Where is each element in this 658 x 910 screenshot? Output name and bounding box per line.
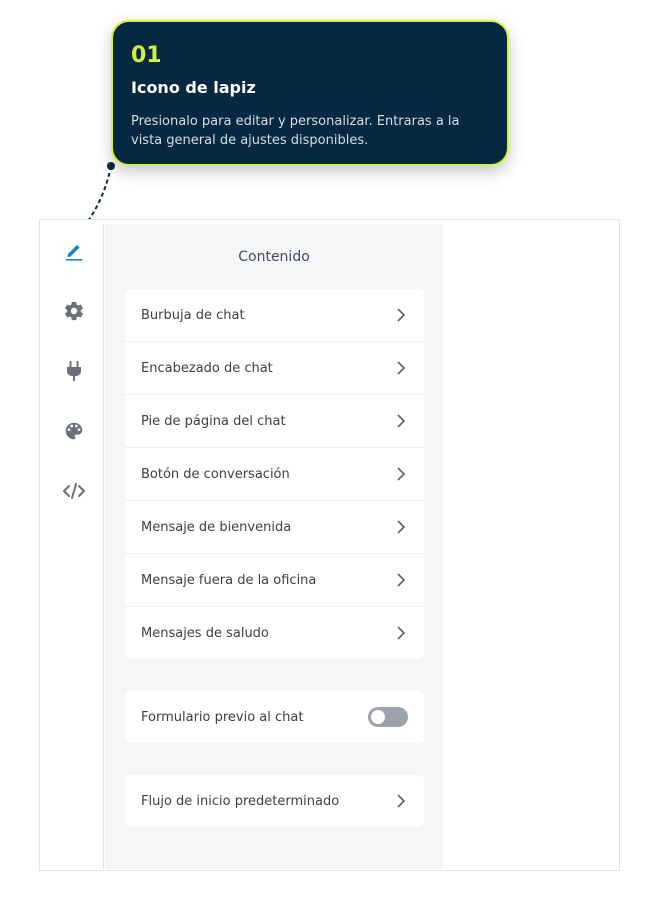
pencil-icon: [66, 245, 82, 261]
list-item-label: Mensaje fuera de la oficina: [141, 572, 317, 588]
tutorial-stage: 01 Icono de lapiz Presionalo para editar…: [0, 0, 658, 910]
toggle-knob: [371, 710, 385, 724]
callout-step-number: 01: [131, 43, 162, 68]
rail-item-appearance[interactable]: [59, 416, 89, 446]
plug-icon: [67, 361, 81, 381]
content-item-conversation-button[interactable]: Botón de conversación: [125, 448, 424, 501]
list-item-label: Encabezado de chat: [141, 360, 273, 376]
settings-nav-rail: [43, 224, 104, 869]
content-item-welcome-message[interactable]: Mensaje de bienvenida: [125, 501, 424, 554]
list-item-label: Mensajes de saludo: [141, 625, 269, 641]
default-flow-label: Flujo de inicio predeterminado: [141, 793, 340, 809]
content-item-greeting-messages[interactable]: Mensajes de saludo: [125, 607, 424, 659]
content-settings-panel: Contenido Burbuja de chat Encabezado de …: [105, 224, 443, 869]
list-item-label: Botón de conversación: [141, 466, 290, 482]
chevron-right-icon: [397, 794, 406, 808]
content-item-chat-footer[interactable]: Pie de página del chat: [125, 395, 424, 448]
gear-icon: [65, 301, 83, 321]
code-icon: [63, 483, 85, 499]
list-item-label: Mensaje de bienvenida: [141, 519, 292, 535]
settings-window: Contenido Burbuja de chat Encabezado de …: [39, 219, 620, 871]
chevron-right-icon: [397, 573, 406, 587]
list-item-label: Burbuja de chat: [141, 307, 245, 323]
callout-title: Icono de lapiz: [131, 78, 256, 97]
panel-title: Contenido: [238, 249, 310, 265]
content-item-out-of-office[interactable]: Mensaje fuera de la oficina: [125, 554, 424, 607]
tutorial-callout: 01 Icono de lapiz Presionalo para editar…: [111, 20, 509, 166]
palette-icon: [65, 422, 83, 440]
chevron-right-icon: [397, 520, 406, 534]
chevron-right-icon: [397, 467, 406, 481]
list-item-label: Pie de página del chat: [141, 413, 286, 429]
rail-item-content[interactable]: [59, 236, 89, 266]
callout-description: Presionalo para editar y personalizar. E…: [131, 114, 460, 148]
content-items-card: Burbuja de chat Encabezado de chat Pie d…: [125, 289, 424, 659]
default-flow-row[interactable]: Flujo de inicio predeterminado: [125, 775, 424, 827]
prechat-form-label: Formulario previo al chat: [141, 709, 304, 725]
chevron-right-icon: [397, 414, 406, 428]
content-item-chat-bubble[interactable]: Burbuja de chat: [125, 289, 424, 342]
chevron-right-icon: [397, 361, 406, 375]
chevron-right-icon: [397, 308, 406, 322]
default-flow-card: Flujo de inicio predeterminado: [125, 775, 424, 827]
rail-item-settings[interactable]: [59, 296, 89, 326]
content-item-chat-header[interactable]: Encabezado de chat: [125, 342, 424, 395]
prechat-form-card: Formulario previo al chat: [125, 691, 424, 743]
rail-item-embed-code[interactable]: [59, 476, 89, 506]
prechat-form-row: Formulario previo al chat: [125, 691, 424, 743]
prechat-form-toggle[interactable]: [368, 707, 408, 727]
chevron-right-icon: [397, 626, 406, 640]
rail-item-integrations[interactable]: [59, 356, 89, 386]
